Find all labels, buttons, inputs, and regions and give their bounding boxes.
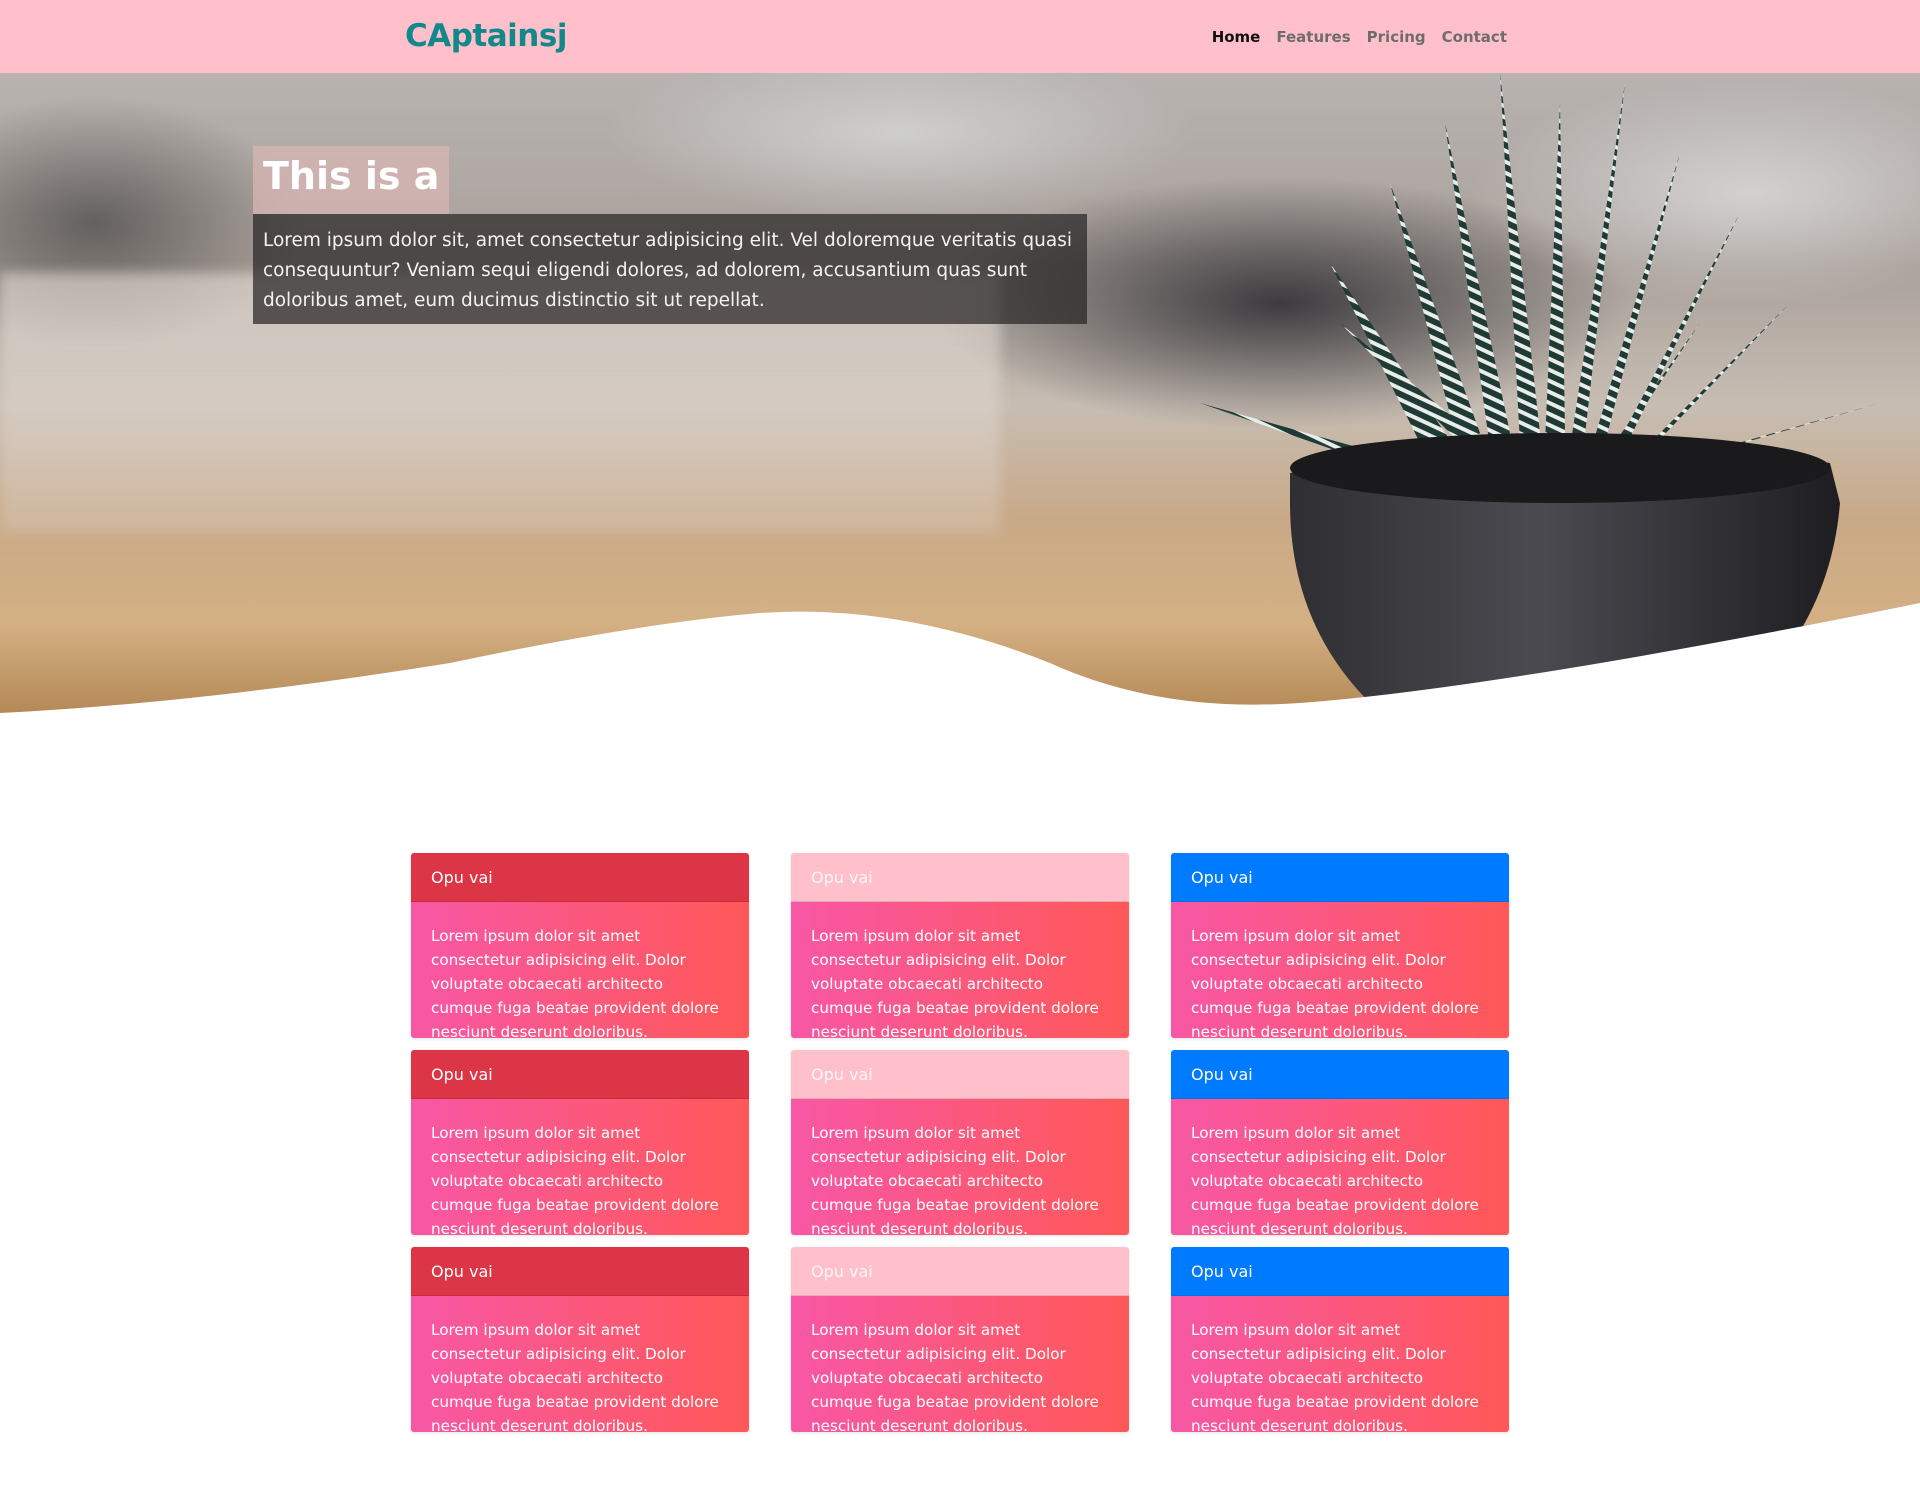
card-body: Lorem ipsum dolor sit amet consectetur a… (411, 1296, 749, 1432)
card-body: Lorem ipsum dolor sit amet consectetur a… (1171, 1296, 1509, 1432)
card: Opu vai Lorem ipsum dolor sit amet conse… (1171, 1050, 1509, 1235)
card-body: Lorem ipsum dolor sit amet consectetur a… (1171, 1099, 1509, 1235)
card-body: Lorem ipsum dolor sit amet consectetur a… (791, 1099, 1129, 1235)
card-body: Lorem ipsum dolor sit amet consectetur a… (791, 902, 1129, 1038)
nav-link-pricing[interactable]: Pricing (1367, 28, 1426, 46)
card-header: Opu vai (1171, 1247, 1509, 1296)
card: Opu vai Lorem ipsum dolor sit amet conse… (791, 1050, 1129, 1235)
card-body: Lorem ipsum dolor sit amet consectetur a… (1171, 902, 1509, 1038)
card-header: Opu vai (411, 1050, 749, 1099)
card: Opu vai Lorem ipsum dolor sit amet conse… (411, 1050, 749, 1235)
card-body: Lorem ipsum dolor sit amet consectetur a… (411, 1099, 749, 1235)
card-body: Lorem ipsum dolor sit amet consectetur a… (411, 902, 749, 1038)
nav-link-home[interactable]: Home (1212, 28, 1261, 46)
card-grid: Opu vai Lorem ipsum dolor sit amet conse… (411, 853, 1510, 1432)
card: Opu vai Lorem ipsum dolor sit amet conse… (1171, 1247, 1509, 1432)
hero-wave-divider (0, 603, 1920, 713)
card-header: Opu vai (791, 853, 1129, 902)
card-header: Opu vai (1171, 853, 1509, 902)
nav-link-features[interactable]: Features (1276, 28, 1350, 46)
hero-section: This is a Lorem ipsum dolor sit, amet co… (0, 73, 1920, 713)
card-header: Opu vai (1171, 1050, 1509, 1099)
brand-logo[interactable]: CAptainsj (405, 18, 567, 54)
nav-links: Home Features Pricing Contact (1212, 28, 1507, 46)
card-header: Opu vai (411, 853, 749, 902)
card: Opu vai Lorem ipsum dolor sit amet conse… (1171, 853, 1509, 1038)
card-header: Opu vai (411, 1247, 749, 1296)
card: Opu vai Lorem ipsum dolor sit amet conse… (411, 853, 749, 1038)
nav-link-contact[interactable]: Contact (1442, 28, 1507, 46)
card-header: Opu vai (791, 1050, 1129, 1099)
card: Opu vai Lorem ipsum dolor sit amet conse… (791, 853, 1129, 1038)
hero-title: This is a (253, 146, 450, 214)
card: Opu vai Lorem ipsum dolor sit amet conse… (791, 1247, 1129, 1432)
card: Opu vai Lorem ipsum dolor sit amet conse… (411, 1247, 749, 1432)
card-body: Lorem ipsum dolor sit amet consectetur a… (791, 1296, 1129, 1432)
hero-description: Lorem ipsum dolor sit, amet consectetur … (253, 214, 1087, 324)
card-header: Opu vai (791, 1247, 1129, 1296)
navbar: CAptainsj Home Features Pricing Contact (0, 0, 1920, 73)
